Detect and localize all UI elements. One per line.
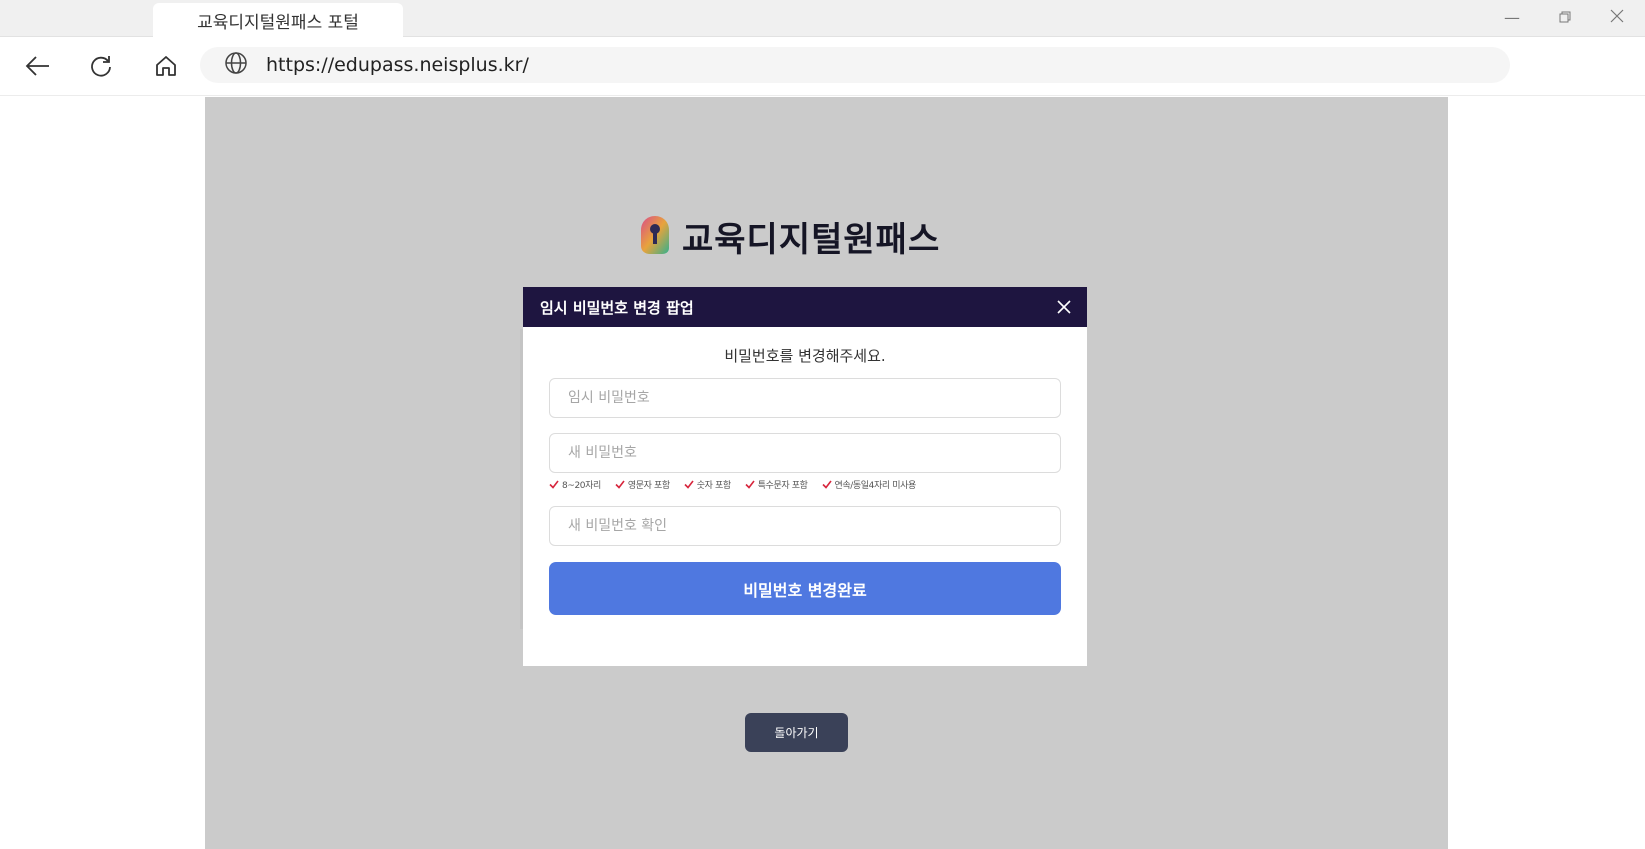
close-icon[interactable]	[1053, 296, 1075, 318]
rule-label: 연속/동일4자리 미사용	[834, 480, 917, 491]
modal-header: 임시 비밀번호 변경 팝업	[523, 287, 1087, 327]
browser-nav-bar: https://edupass.neisplus.kr/	[0, 37, 1645, 96]
rule-label: 숫자 포함	[696, 480, 731, 491]
check-icon	[549, 480, 559, 489]
new-password-input[interactable]	[549, 433, 1061, 473]
restore-icon[interactable]	[1553, 8, 1577, 27]
brand-logo: 교육디지털원패스	[640, 212, 940, 261]
minimize-icon[interactable]: —	[1500, 8, 1524, 27]
brand-name: 교육디지털원패스	[682, 220, 941, 260]
address-bar[interactable]: https://edupass.neisplus.kr/	[200, 47, 1510, 83]
reload-icon[interactable]	[86, 51, 116, 81]
submit-password-change-button[interactable]: 비밀번호 변경완료	[549, 562, 1061, 615]
rule-number: 숫자 포함	[684, 478, 731, 491]
confirm-password-input[interactable]	[549, 506, 1061, 546]
rule-label: 영문자 포함	[627, 480, 670, 491]
password-rules: 8~20자리 영문자 포함 숫자 포함 특수문자 포함 연속/동일4자리 미사용	[549, 476, 1061, 492]
rule-label: 특수문자 포함	[757, 480, 808, 491]
rule-sequence: 연속/동일4자리 미사용	[821, 478, 917, 491]
back-arrow-icon[interactable]	[23, 51, 53, 81]
close-window-icon[interactable]	[1605, 8, 1629, 27]
page-viewport: 교육디지털원패스 돌아가기 임시 비밀번호 변경 팝업 비밀번호를 변경해주세요…	[0, 97, 1645, 849]
check-icon	[821, 480, 832, 489]
tab-title: 교육디지털원패스 포털	[197, 12, 359, 33]
modal-title: 임시 비밀번호 변경 팝업	[540, 298, 694, 317]
browser-tab[interactable]: 교육디지털원패스 포털	[153, 3, 403, 37]
key-logo-icon	[640, 215, 670, 259]
rule-label: 8~20자리	[562, 480, 601, 491]
rule-special: 특수문자 포함	[745, 478, 808, 491]
url-text: https://edupass.neisplus.kr/	[266, 54, 529, 76]
check-icon	[745, 480, 755, 489]
check-icon	[615, 480, 625, 489]
browser-tab-bar: 교육디지털원패스 포털 —	[0, 0, 1645, 37]
check-icon	[684, 480, 694, 489]
go-back-button[interactable]: 돌아가기	[745, 713, 848, 752]
temp-password-input[interactable]	[549, 378, 1061, 418]
globe-icon	[224, 51, 248, 79]
rule-length: 8~20자리	[549, 478, 601, 491]
home-icon[interactable]	[151, 51, 181, 81]
instruction-text: 비밀번호를 변경해주세요.	[724, 347, 886, 365]
change-password-modal: 임시 비밀번호 변경 팝업 비밀번호를 변경해주세요. 8~20자리 영문자 포…	[523, 287, 1087, 666]
rule-alpha: 영문자 포함	[615, 478, 670, 491]
modal-body: 비밀번호를 변경해주세요. 8~20자리 영문자 포함 숫자 포함 특수문자 포…	[523, 327, 1087, 615]
